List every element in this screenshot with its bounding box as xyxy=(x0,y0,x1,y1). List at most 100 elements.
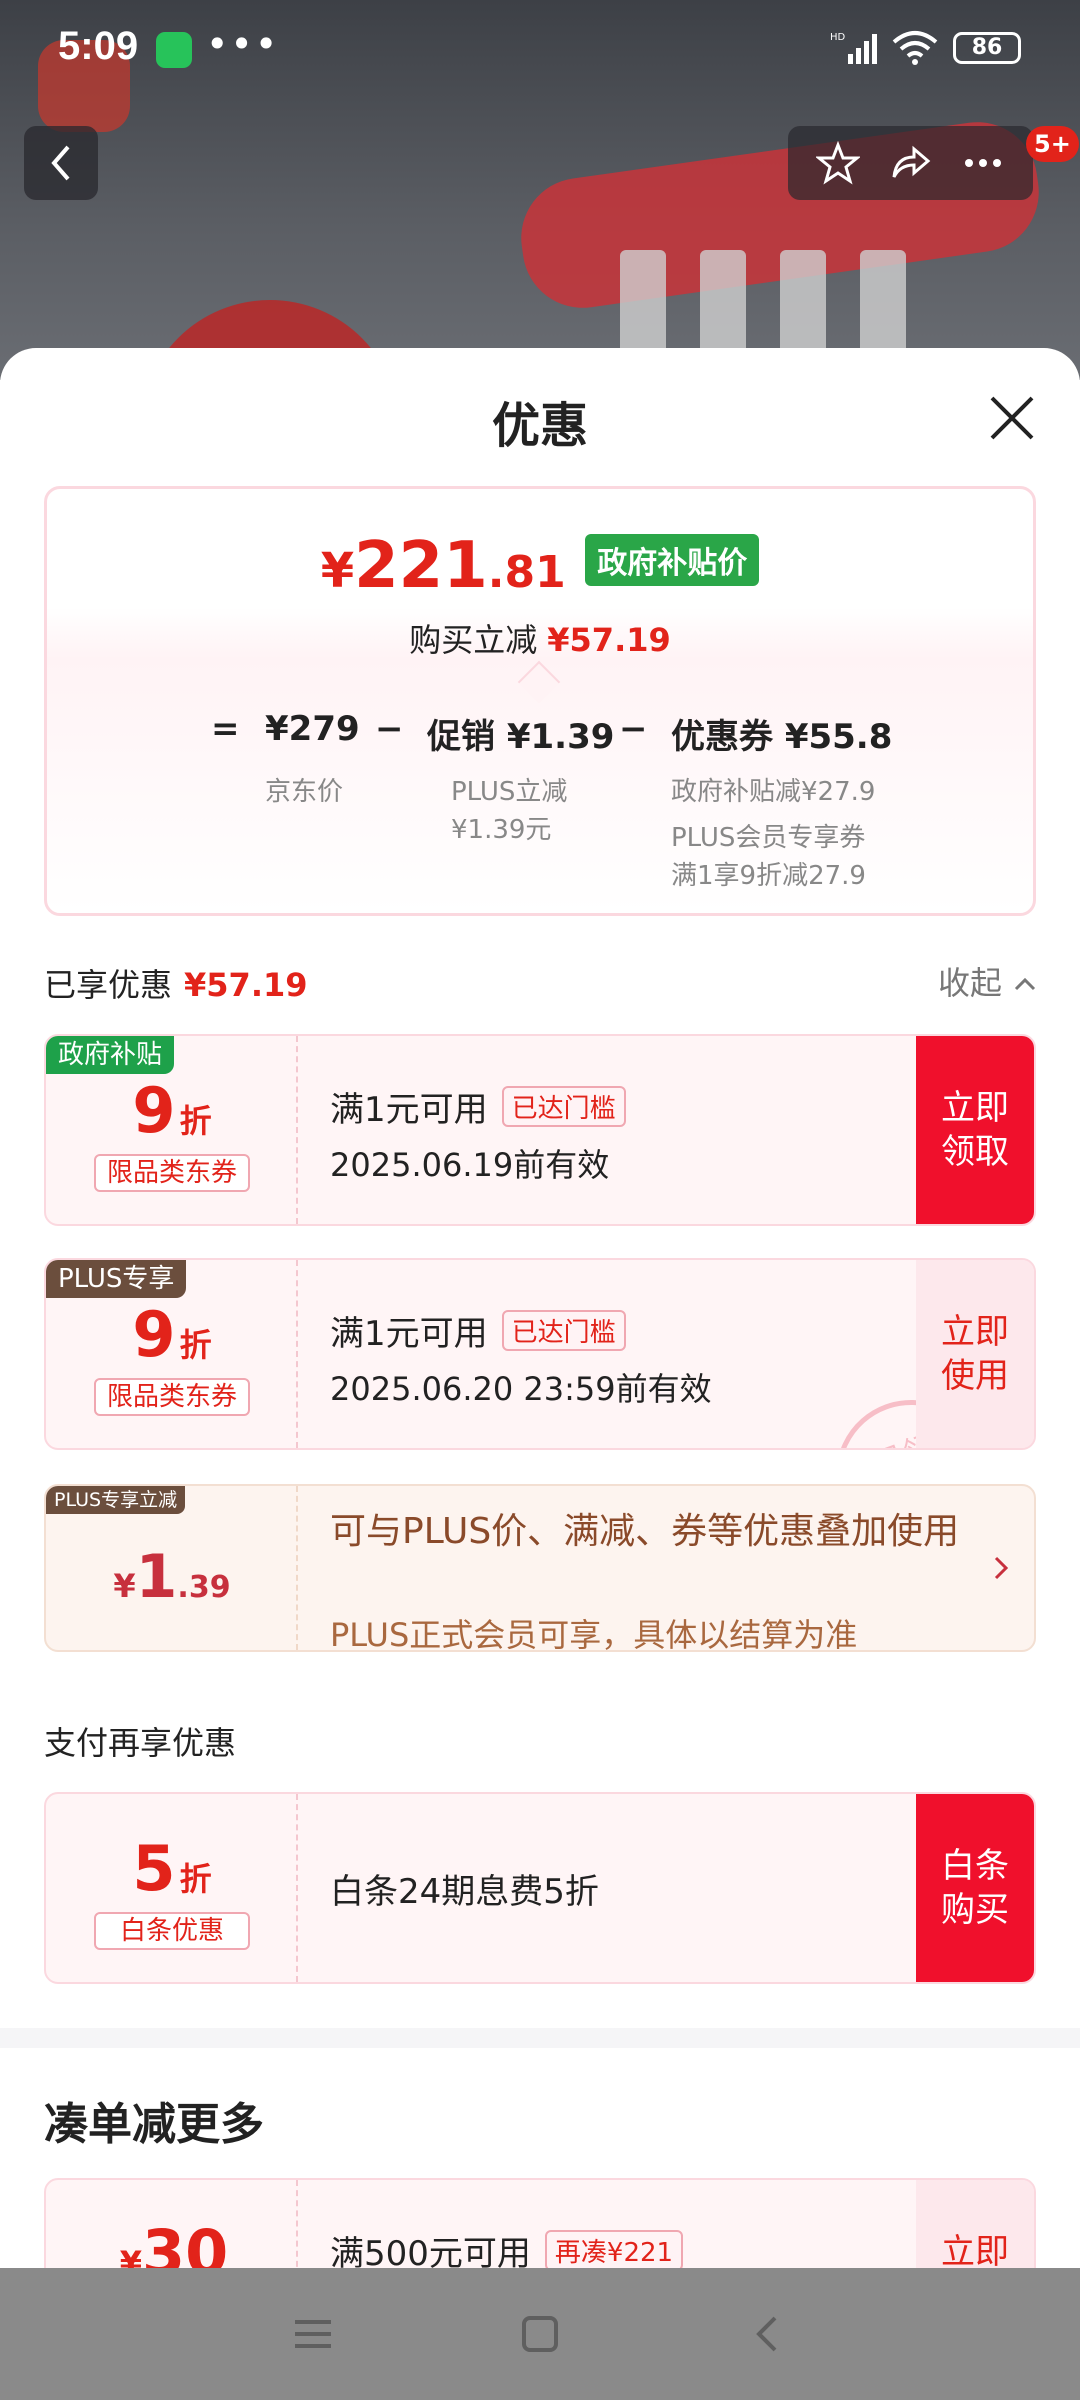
discount-unit: 折 xyxy=(179,1326,212,1364)
message-badge: 5+ xyxy=(1026,126,1079,162)
threshold-status: 已达门槛 xyxy=(501,1310,626,1351)
coupon-validity: 2025.06.20 23:59前有效 xyxy=(330,1370,712,1408)
back-button[interactable] xyxy=(24,126,98,200)
status-time: 5:09 xyxy=(58,24,139,68)
more-icon[interactable] xyxy=(961,141,1005,185)
coupon-sub-rule: 满1享9折减27.9 xyxy=(671,861,866,891)
final-price: ¥221.81 政府补贴价 xyxy=(47,529,1033,603)
pointer-triangle xyxy=(517,660,561,704)
chevron-right-icon xyxy=(994,1556,1009,1580)
discount-value: 9 xyxy=(132,1298,176,1371)
coupon-discount: 9折 xyxy=(46,1298,298,1371)
coupon-card: 政府补贴 9折 限品类东券 满1元可用 已达门槛 2025.06.19前有效 立即… xyxy=(44,1034,1036,1226)
sheet-title: 优惠 xyxy=(491,398,588,454)
plus-reduce-tag: PLUS专享立减 xyxy=(46,1486,186,1514)
enjoyed-discount-title: 已享优惠 ¥57.19 xyxy=(44,960,308,1006)
discount-unit: 折 xyxy=(179,1860,212,1898)
plus-reduce-note: PLUS正式会员可享，具体以结算为准 xyxy=(330,1616,858,1652)
promo-amount: 促销 ¥1.39 xyxy=(427,717,615,757)
discount-value: 5 xyxy=(132,1832,176,1905)
more-discount-title: 凑单减更多 xyxy=(44,2099,264,2150)
condition-text: 满1元可用 xyxy=(330,1314,488,1354)
coupon-card: PLUS专享 9折 限品类东券 满1元可用 已达门槛 2025.06.20 23:… xyxy=(44,1258,1036,1450)
section-divider xyxy=(0,2028,1080,2048)
amount-dec: .39 xyxy=(177,1570,231,1605)
enjoyed-amount: ¥57.19 xyxy=(184,966,308,1004)
discount-value: 9 xyxy=(132,1074,176,1147)
amount-int: 1 xyxy=(135,1542,178,1612)
system-back-button[interactable] xyxy=(737,2304,797,2364)
share-icon[interactable] xyxy=(888,141,932,185)
pay-coupon-text: 白条24期息费5折 xyxy=(330,1872,599,1912)
coupon-amount: 优惠券 ¥55.8 xyxy=(671,717,893,757)
svg-text:HD: HD xyxy=(830,32,846,43)
price-integer: 221 xyxy=(354,529,488,603)
home-button[interactable] xyxy=(510,2304,570,2364)
price-decimal: .81 xyxy=(487,547,566,598)
promo-sub-value: ¥1.39元 xyxy=(451,815,552,845)
status-bar: 5:09 ••• HD 86 xyxy=(0,0,1080,100)
pay-discount-title: 支付再享优惠 xyxy=(44,1724,237,1762)
baitiao-buy-button[interactable]: 白条购买 xyxy=(916,1794,1034,1982)
close-icon[interactable] xyxy=(984,390,1040,446)
jd-price: ¥279 xyxy=(265,709,360,749)
home-icon xyxy=(521,2316,558,2352)
price-currency: ¥ xyxy=(320,543,355,599)
coupon-left: 5折 白条优惠 xyxy=(46,1794,298,1982)
use-coupon-button[interactable]: 立即使用 xyxy=(916,1260,1034,1448)
wifi-icon xyxy=(892,31,938,65)
coupon-validity: 2025.06.19前有效 xyxy=(330,1146,610,1184)
coupon-sub-gov: 政府补贴减¥27.9 xyxy=(671,777,876,807)
coupon-type: 限品类东券 xyxy=(94,1378,250,1416)
jd-price-label: 京东价 xyxy=(265,777,344,807)
signal-icon: HD xyxy=(830,32,877,64)
coupon-tag: PLUS专享 xyxy=(46,1260,187,1298)
coupon-discount: 9折 xyxy=(46,1074,298,1147)
coupon-left: 政府补贴 9折 限品类东券 xyxy=(46,1036,298,1224)
use-label: 立即使用 xyxy=(941,1312,1009,1396)
minus-sign: − xyxy=(619,709,648,749)
plus-reduce-card[interactable]: PLUS专享立减 ¥1.39 可与PLUS价、满减、券等优惠叠加使用 PLUS正… xyxy=(44,1484,1036,1652)
currency: ¥ xyxy=(113,1567,136,1605)
gov-subsidy-price-tag: 政府补贴价 xyxy=(585,534,760,586)
minus-sign: − xyxy=(375,709,404,749)
system-nav-bar xyxy=(0,2268,1080,2400)
condition-text: 满1元可用 xyxy=(330,1090,488,1130)
add-more-status: 再凑¥221 xyxy=(544,2230,684,2271)
discount-unit: 折 xyxy=(179,1102,212,1140)
more-notifications-icon: ••• xyxy=(206,22,280,66)
claim-label: 立即领取 xyxy=(941,1088,1009,1172)
price-summary: ¥221.81 政府补贴价 购买立减 ¥57.19 = ¥279 − 促销 ¥1.… xyxy=(44,486,1036,916)
instant-discount-label: 购买立减 xyxy=(409,621,538,659)
promo-sub-label: PLUS立减 xyxy=(451,777,568,807)
back-icon xyxy=(755,2316,777,2352)
instant-discount-amount: ¥57.19 xyxy=(547,621,671,659)
plus-reduce-amount: ¥1.39 xyxy=(46,1542,298,1612)
coupon-type: 限品类东券 xyxy=(94,1154,250,1192)
chevron-left-icon xyxy=(51,145,70,181)
enjoyed-label: 已享优惠 xyxy=(44,966,173,1004)
collapse-button[interactable]: 收起 xyxy=(938,958,1038,1004)
plus-reduce-desc: 可与PLUS价、满减、券等优惠叠加使用 xyxy=(330,1511,960,1552)
wechat-icon xyxy=(156,32,192,68)
coupon-discount: 5折 xyxy=(46,1832,298,1905)
discount-sheet: 优惠 ¥221.81 政府补贴价 购买立减 ¥57.19 = ¥279 − 促销 … xyxy=(0,348,1080,2400)
baitiao-buy-label: 白条购买 xyxy=(941,1846,1009,1930)
plus-reduce-left: PLUS专享立减 ¥1.39 xyxy=(46,1486,298,1650)
battery-icon: 86 xyxy=(953,32,1021,64)
chevron-up-icon xyxy=(1015,977,1036,991)
coupon-left: PLUS专享 9折 限品类东券 xyxy=(46,1260,298,1448)
coupon-sub-plus: PLUS会员专享券 xyxy=(671,823,866,853)
star-icon[interactable] xyxy=(816,141,861,185)
pay-coupon-card: 5折 白条优惠 白条24期息费5折 白条购买 xyxy=(44,1792,1036,1984)
coupon-condition: 满1元可用 已达门槛 xyxy=(330,1082,626,1131)
coupon-type: 白条优惠 xyxy=(94,1912,250,1950)
threshold-status: 已达门槛 xyxy=(501,1086,626,1127)
coupon-condition: 满1元可用 已达门槛 xyxy=(330,1306,626,1355)
menu-icon xyxy=(295,2320,332,2348)
menu-button[interactable] xyxy=(283,2304,343,2364)
claim-coupon-button[interactable]: 立即领取 xyxy=(916,1036,1034,1224)
collapse-label: 收起 xyxy=(938,964,1003,1002)
instant-discount: 购买立减 ¥57.19 xyxy=(47,615,1033,661)
header-actions xyxy=(788,126,1033,200)
